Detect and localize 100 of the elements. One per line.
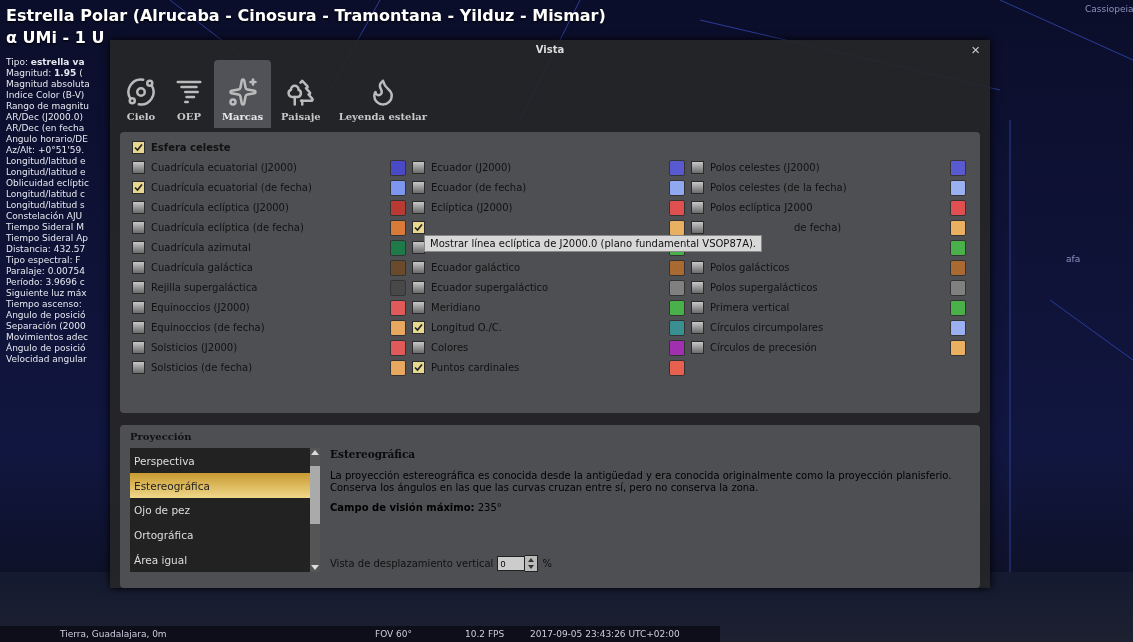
color-swatch[interactable] [950, 319, 966, 336]
list-item[interactable]: Estereográfica [130, 473, 310, 499]
checkbox[interactable] [412, 181, 425, 195]
color-swatch[interactable] [390, 259, 406, 276]
checkbox-label: Esfera celeste [151, 142, 231, 154]
tab[interactable]: OEP [166, 59, 212, 128]
color-swatch[interactable] [390, 219, 406, 236]
color-swatch[interactable] [669, 179, 685, 196]
checkbox-label: Cuadrícula eclíptica (J2000) [151, 202, 289, 214]
tab[interactable]: Marcas [214, 59, 271, 128]
checkbox[interactable] [132, 361, 145, 375]
color-swatch[interactable] [669, 339, 685, 356]
info-line: Angulo horario/DE [6, 134, 89, 145]
tab[interactable]: Leyenda estelar [330, 59, 435, 128]
checkbox[interactable] [412, 301, 425, 315]
checkbox[interactable] [412, 321, 425, 335]
checkbox[interactable] [132, 201, 145, 215]
checkbox[interactable] [132, 301, 145, 315]
color-swatch[interactable] [950, 299, 966, 316]
color-swatch[interactable] [950, 219, 966, 236]
color-swatch[interactable] [390, 279, 406, 296]
checkbox[interactable] [132, 241, 145, 255]
list-item[interactable]: Área igual [130, 547, 310, 573]
color-swatch[interactable] [950, 159, 966, 176]
color-swatch[interactable] [669, 359, 685, 376]
checkbox[interactable] [691, 221, 704, 235]
orbit-icon [126, 76, 156, 107]
color-swatch[interactable] [669, 319, 685, 336]
checkbox[interactable] [412, 221, 425, 235]
checkbox[interactable] [412, 161, 425, 175]
info-line: Tiempo Sideral M [6, 222, 85, 233]
shift-spinbox[interactable]: 0 [497, 556, 526, 572]
checkbox[interactable] [132, 181, 145, 195]
checkbox[interactable] [412, 341, 425, 355]
color-swatch[interactable] [390, 239, 406, 256]
constellation-label: afa [1066, 254, 1081, 264]
checkbox-label: Círculos circumpolares [710, 322, 824, 334]
checkbox-label: Polos supergalácticos [710, 282, 818, 294]
info-line: Período: 3.9696 c [6, 277, 86, 288]
checkbox[interactable] [691, 261, 704, 275]
checkbox-label: Meridiano [431, 302, 481, 314]
info-line: AR/Dec (J2000.0) [6, 112, 84, 123]
checkbox[interactable] [691, 281, 704, 295]
checkbox[interactable] [132, 161, 145, 175]
color-swatch[interactable] [390, 159, 406, 176]
checkbox[interactable] [132, 221, 145, 235]
checkbox[interactable] [412, 261, 425, 275]
checkbox[interactable] [132, 321, 145, 335]
info-line: Tipo espectral: F [6, 255, 82, 266]
checkbox[interactable] [132, 141, 145, 155]
checkbox-label: Ecuador supergaláctico [431, 282, 549, 294]
color-swatch[interactable] [390, 199, 406, 216]
list-item[interactable]: Perspectiva [130, 448, 310, 474]
info-line: Magnitud absoluta [6, 79, 91, 90]
list-item[interactable]: Ojo de pez [130, 498, 310, 523]
close-button[interactable]: × [971, 42, 980, 57]
section-heading: Proyección [130, 431, 193, 443]
color-swatch[interactable] [950, 179, 966, 196]
info-line: Movimientos adec [6, 332, 89, 342]
color-swatch[interactable] [390, 359, 406, 376]
color-swatch[interactable] [950, 239, 966, 256]
color-swatch[interactable] [669, 219, 685, 236]
list-item[interactable]: Ortográfica [130, 522, 310, 548]
checkbox[interactable] [132, 341, 145, 355]
color-swatch[interactable] [950, 279, 966, 296]
color-swatch[interactable] [669, 299, 685, 316]
constellation-label: Cassiopeia [1085, 4, 1133, 14]
info-line: Longitud/latitud e [6, 156, 87, 167]
checkbox[interactable] [412, 361, 425, 375]
color-swatch[interactable] [669, 159, 685, 176]
color-swatch[interactable] [390, 339, 406, 356]
tab[interactable]: Cielo [118, 59, 164, 128]
object-title: Estrella Polar (Alrucaba - Cinosura - Tramontana - Yilduz - Mismar) [6, 5, 606, 27]
checkbox[interactable] [412, 201, 425, 215]
color-swatch[interactable] [669, 279, 685, 296]
checkbox[interactable] [691, 181, 704, 195]
spin-arrows-icon[interactable] [525, 555, 539, 573]
max-fov-text: Campo de visión máximo: 235° [330, 502, 503, 514]
checkbox-label: Solsticios (J2000) [151, 342, 238, 354]
checkbox[interactable] [412, 281, 425, 295]
info-line: Separación (2000 [6, 321, 87, 332]
color-swatch[interactable] [390, 319, 406, 336]
color-swatch[interactable] [390, 299, 406, 316]
checkbox[interactable] [691, 161, 704, 175]
color-swatch[interactable] [950, 259, 966, 276]
checkbox[interactable] [691, 341, 704, 355]
checkbox[interactable] [691, 321, 704, 335]
color-swatch[interactable] [669, 199, 685, 216]
color-swatch[interactable] [390, 179, 406, 196]
color-swatch[interactable] [950, 339, 966, 356]
checkbox[interactable] [132, 281, 145, 295]
tab[interactable]: Paisaje [273, 59, 329, 128]
scrollbar[interactable] [310, 448, 320, 573]
shift-label: Vista de desplazamiento vertical [330, 558, 494, 570]
sparkles-icon [227, 76, 258, 107]
checkbox[interactable] [691, 201, 704, 215]
color-swatch[interactable] [950, 199, 966, 216]
checkbox[interactable] [691, 301, 704, 315]
color-swatch[interactable] [669, 259, 685, 276]
checkbox[interactable] [132, 261, 145, 275]
